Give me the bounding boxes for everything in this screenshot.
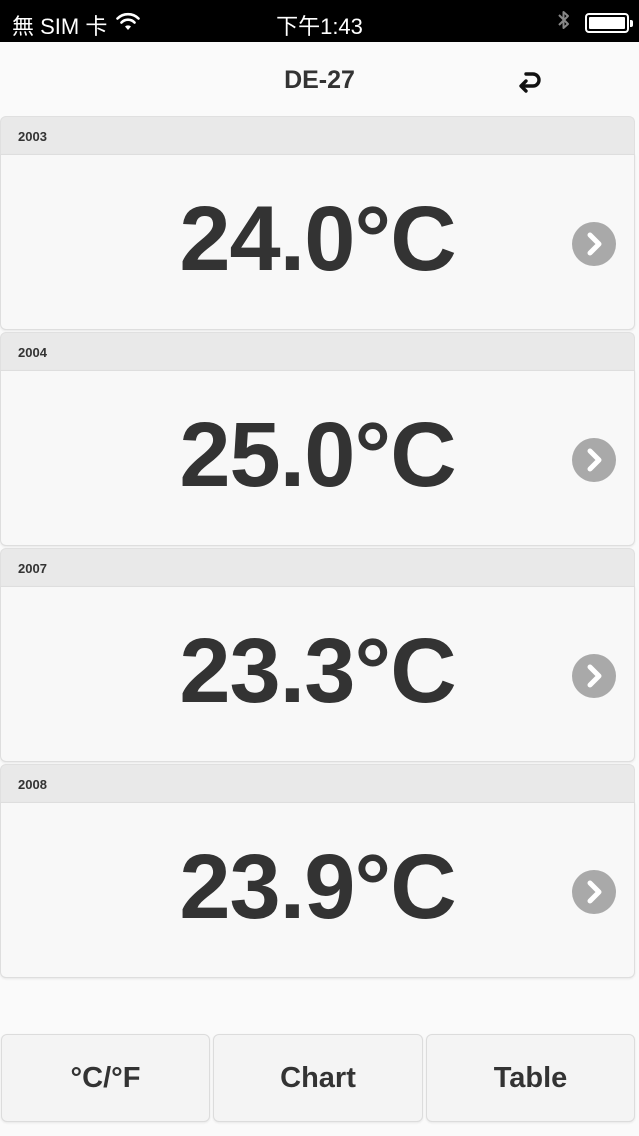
section-2: 2007 23.3°C (0, 548, 639, 764)
temperature-value: 23.9°C (179, 836, 456, 938)
section-3: 2008 23.9°C (0, 764, 639, 980)
back-button[interactable] (513, 64, 547, 98)
sensor-list: 2003 24.0°C 2004 25.0°C 2007 23.3°C 2008… (0, 116, 639, 980)
chevron-right-icon[interactable] (572, 870, 616, 914)
section-header-label: 2007 (18, 561, 47, 576)
battery-icon (585, 13, 633, 33)
chevron-right-icon[interactable] (572, 438, 616, 482)
chevron-right-icon[interactable] (572, 222, 616, 266)
return-arrow-icon (519, 72, 541, 93)
temperature-value: 23.3°C (179, 620, 456, 722)
chevron-right-icon[interactable] (572, 654, 616, 698)
section-1: 2004 25.0°C (0, 332, 639, 548)
section-header: 2004 (0, 332, 635, 370)
unit-toggle-button[interactable]: °C/°F (1, 1034, 210, 1122)
section-0: 2003 24.0°C (0, 116, 639, 332)
chart-button[interactable]: Chart (213, 1034, 423, 1122)
bottom-toolbar: °C/°F Chart Table (0, 1034, 639, 1124)
section-header-label: 2008 (18, 777, 47, 792)
temperature-value: 25.0°C (179, 404, 456, 506)
status-time: 下午1:43 (276, 14, 363, 39)
bluetooth-icon (557, 8, 571, 38)
section-header-label: 2003 (18, 129, 47, 144)
table-button[interactable]: Table (426, 1034, 635, 1122)
temperature-cell[interactable]: 24.0°C (0, 154, 635, 330)
section-header: 2003 (0, 116, 635, 154)
temperature-cell[interactable]: 23.3°C (0, 586, 635, 762)
status-right (557, 8, 633, 38)
temperature-value: 24.0°C (179, 188, 456, 290)
navigation-bar: DE-27 (0, 42, 639, 118)
section-header: 2007 (0, 548, 635, 586)
section-header-label: 2004 (18, 345, 47, 360)
status-bar: 無 SIM 卡 下午1:43 (0, 0, 639, 42)
temperature-cell[interactable]: 25.0°C (0, 370, 635, 546)
temperature-cell[interactable]: 23.9°C (0, 802, 635, 978)
section-header: 2008 (0, 764, 635, 802)
